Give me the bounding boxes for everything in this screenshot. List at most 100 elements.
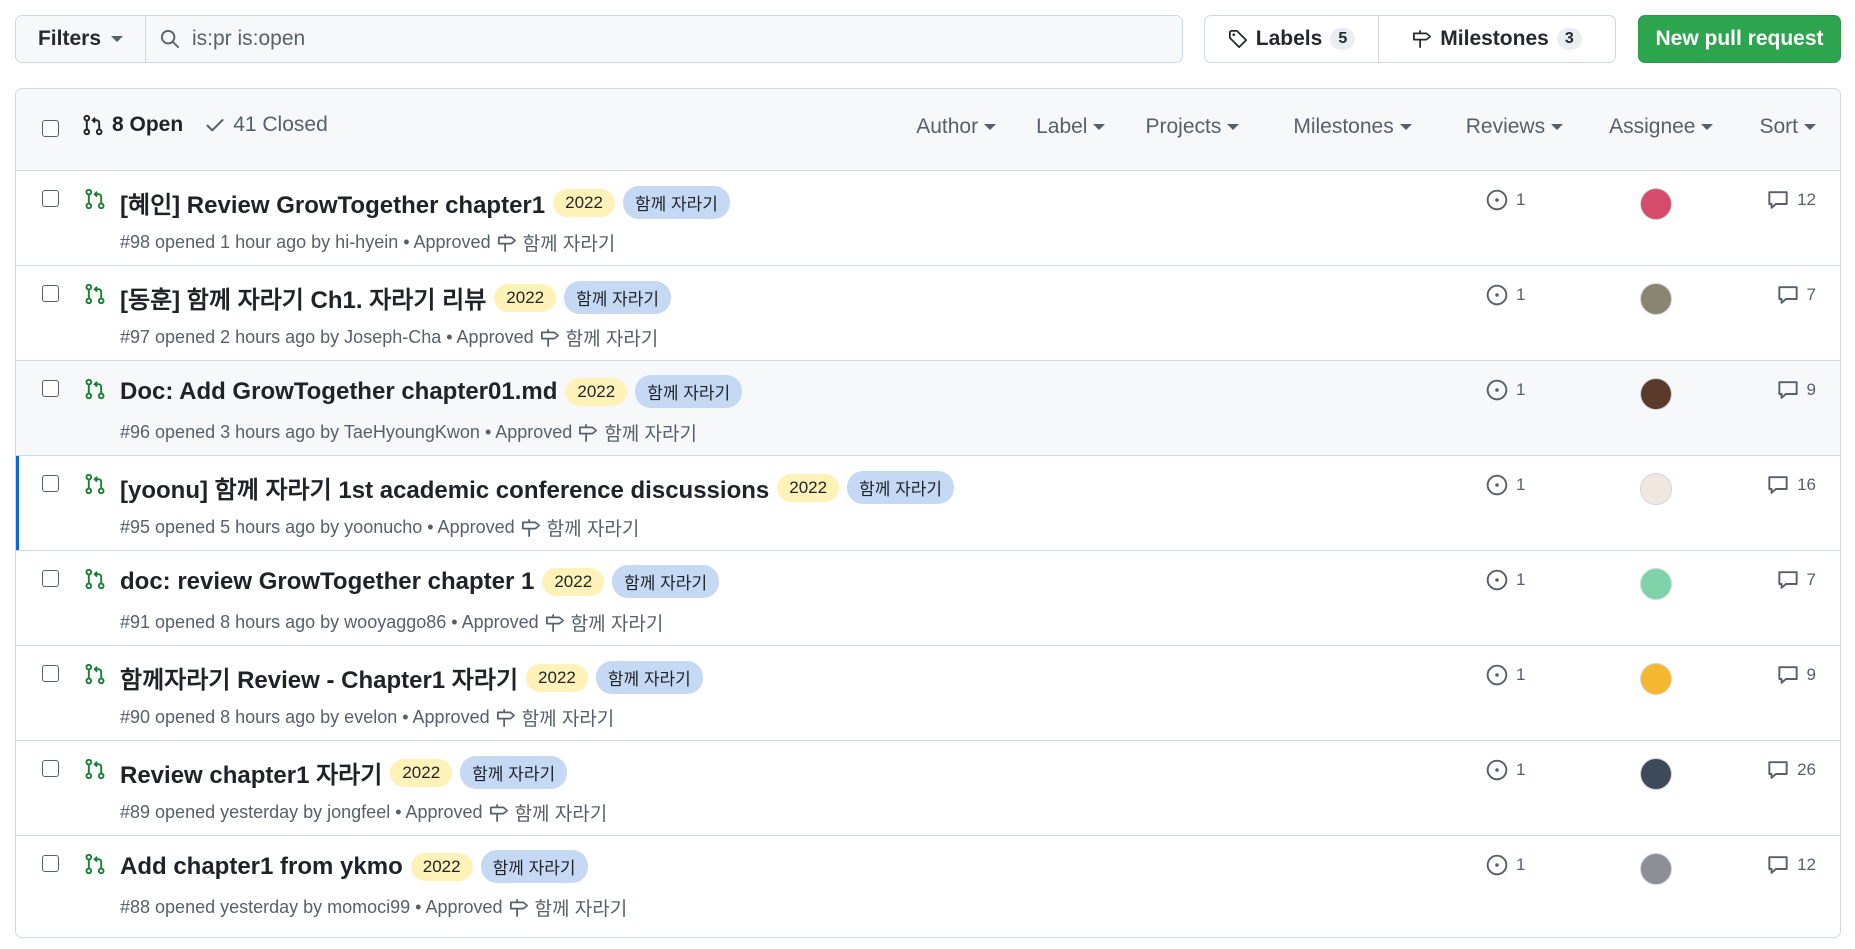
label-badge-topic[interactable]: 함께 자라기 <box>480 850 588 883</box>
avatar[interactable] <box>1640 188 1672 220</box>
avatar[interactable] <box>1640 378 1672 410</box>
avatar[interactable] <box>1640 473 1672 505</box>
milestone-icon <box>521 518 540 537</box>
review-status[interactable]: 1 <box>1486 854 1525 876</box>
label-badge-topic[interactable]: 함께 자라기 <box>847 471 955 504</box>
label-badge-topic[interactable]: 함께 자라기 <box>460 756 568 789</box>
open-filter[interactable]: 8 Open <box>82 113 183 137</box>
comments-link[interactable]: 9 <box>1777 664 1816 686</box>
reviews-filter[interactable]: Reviews <box>1466 115 1564 139</box>
chevron-down-icon <box>1227 124 1240 130</box>
chevron-down-icon <box>984 124 997 130</box>
git-pull-request-icon <box>85 188 105 210</box>
search-input[interactable] <box>192 27 1092 51</box>
pull-request-title[interactable]: doc: review GrowTogether chapter 1 <box>120 568 534 596</box>
review-dot-icon <box>1486 569 1508 591</box>
row-checkbox[interactable] <box>42 570 59 587</box>
milestone-link[interactable]: 함께 자라기 <box>496 704 614 731</box>
row-checkbox[interactable] <box>42 380 59 397</box>
comments-link[interactable]: 7 <box>1777 284 1816 306</box>
label-badge-year[interactable]: 2022 <box>777 473 840 502</box>
review-dot-icon <box>1486 759 1508 781</box>
milestone-link[interactable]: 함께 자라기 <box>578 419 697 446</box>
row-checkbox[interactable] <box>42 285 59 302</box>
review-count: 1 <box>1516 285 1526 304</box>
review-status[interactable]: 1 <box>1486 284 1525 306</box>
avatar[interactable] <box>1640 853 1672 885</box>
row-checkbox[interactable] <box>42 760 59 777</box>
review-count: 1 <box>1516 190 1526 209</box>
assignee-filter[interactable]: Assignee <box>1609 115 1714 139</box>
row-checkbox[interactable] <box>42 665 59 682</box>
comments-link[interactable]: 12 <box>1767 854 1816 876</box>
review-dot-icon <box>1486 664 1508 686</box>
milestone-link[interactable]: 함께 자라기 <box>521 514 639 541</box>
milestone-link[interactable]: 함께 자라기 <box>545 609 663 636</box>
milestone-label: 함께 자라기 <box>604 424 697 445</box>
chevron-down-icon <box>1551 124 1564 130</box>
filters-button[interactable]: Filters <box>16 16 146 62</box>
projects-filter[interactable]: Projects <box>1145 115 1240 139</box>
author-filter[interactable]: Author <box>916 115 997 139</box>
label-badge-year[interactable]: 2022 <box>390 758 453 787</box>
avatar[interactable] <box>1640 568 1672 600</box>
row-checkbox[interactable] <box>42 475 59 492</box>
review-status[interactable]: 1 <box>1486 569 1525 591</box>
label-badge-year[interactable]: 2022 <box>494 283 557 312</box>
comment-icon <box>1777 286 1798 304</box>
pull-request-meta: #97 opened 2 hours ago by Joseph-Cha • A… <box>120 327 534 347</box>
milestones-button[interactable]: Milestones 3 <box>1379 16 1615 62</box>
comments-link[interactable]: 26 <box>1767 759 1816 781</box>
row-checkbox[interactable] <box>42 190 59 207</box>
label-badge-year[interactable]: 2022 <box>553 188 615 217</box>
review-status[interactable]: 1 <box>1486 474 1525 496</box>
label-filter[interactable]: Label <box>1036 115 1106 139</box>
label-badge-topic[interactable]: 함께 자라기 <box>635 375 743 408</box>
pull-request-title[interactable]: Doc: Add GrowTogether chapter01.md <box>120 378 557 406</box>
milestone-link[interactable]: 함께 자라기 <box>509 894 627 921</box>
milestone-link[interactable]: 함께 자라기 <box>540 324 658 351</box>
label-badge-year[interactable]: 2022 <box>565 377 628 406</box>
comment-count: 9 <box>1806 380 1816 399</box>
comments-link[interactable]: 7 <box>1777 569 1816 591</box>
milestone-link[interactable]: 함께 자라기 <box>497 229 615 256</box>
comments-link[interactable]: 16 <box>1767 474 1816 496</box>
milestones-filter[interactable]: Milestones <box>1293 115 1412 139</box>
label-badge-topic[interactable]: 함께 자라기 <box>564 281 672 314</box>
new-pull-request-button[interactable]: New pull request <box>1638 15 1841 63</box>
pull-request-row: [혜인] Review GrowTogether chapter1 2022 함… <box>16 171 1840 266</box>
select-all-checkbox[interactable] <box>42 120 59 137</box>
pull-request-title[interactable]: 함께자라기 Review - Chapter1 자라기 <box>120 660 518 695</box>
pull-request-title[interactable]: [동훈] 함께 자라기 Ch1. 자라기 리뷰 <box>120 280 486 315</box>
review-status[interactable]: 1 <box>1486 379 1525 401</box>
row-title: [혜인] Review GrowTogether chapter1 2022 함… <box>120 185 738 220</box>
comments-link[interactable]: 12 <box>1767 189 1816 211</box>
avatar[interactable] <box>1640 758 1672 790</box>
row-checkbox[interactable] <box>42 855 59 872</box>
milestone-link[interactable]: 함께 자라기 <box>489 799 607 826</box>
comments-link[interactable]: 9 <box>1777 379 1816 401</box>
pull-request-title[interactable]: [혜인] Review GrowTogether chapter1 <box>120 185 545 220</box>
pull-request-title[interactable]: [yoonu] 함께 자라기 1st academic conference d… <box>120 470 769 505</box>
search-box[interactable] <box>146 16 1182 62</box>
label-badge-year[interactable]: 2022 <box>542 567 605 596</box>
label-badge-topic[interactable]: 함께 자라기 <box>612 565 720 598</box>
avatar[interactable] <box>1640 283 1672 315</box>
pull-request-title[interactable]: Review chapter1 자라기 <box>120 755 382 790</box>
avatar[interactable] <box>1640 663 1672 695</box>
pull-request-meta: #91 opened 8 hours ago by wooyaggo86 • A… <box>120 612 539 632</box>
label-badge-topic[interactable]: 함께 자라기 <box>595 661 703 694</box>
closed-filter[interactable]: 41 Closed <box>205 113 328 137</box>
review-status[interactable]: 1 <box>1486 664 1525 686</box>
row-title: Review chapter1 자라기 2022 함께 자라기 <box>120 755 575 790</box>
pull-request-title[interactable]: Add chapter1 from ykmo <box>120 853 403 881</box>
review-status[interactable]: 1 <box>1486 189 1525 211</box>
label-badge-year[interactable]: 2022 <box>526 663 588 692</box>
sort-filter[interactable]: Sort <box>1759 115 1816 139</box>
labels-button[interactable]: Labels 5 <box>1205 16 1379 62</box>
pull-request-list: 8 Open 41 Closed Author Label Projects M… <box>15 88 1841 938</box>
row-meta: #98 opened 1 hour ago by hi-hyein • Appr… <box>120 229 615 256</box>
label-badge-topic[interactable]: 함께 자라기 <box>622 186 730 219</box>
review-status[interactable]: 1 <box>1486 759 1525 781</box>
label-badge-year[interactable]: 2022 <box>410 852 473 881</box>
